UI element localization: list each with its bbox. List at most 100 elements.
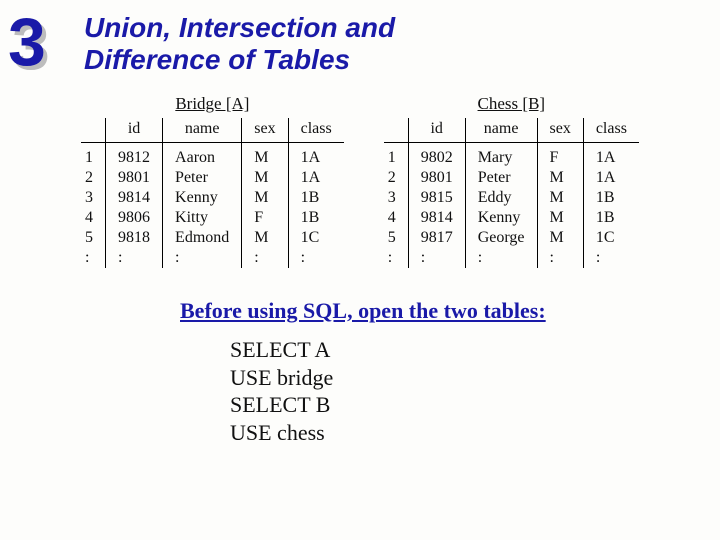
cell-id: 9818 bbox=[106, 228, 163, 248]
cell-id: 9815 bbox=[408, 188, 465, 208]
cell-name: George bbox=[465, 228, 537, 248]
table-row: 1 9802 Mary F 1A bbox=[384, 143, 639, 169]
table-row: id name sex class bbox=[81, 118, 344, 143]
code-line: SELECT B bbox=[230, 391, 720, 419]
cell-name: Kenny bbox=[465, 208, 537, 228]
col-rownum bbox=[384, 118, 409, 143]
col-name-header: name bbox=[163, 118, 242, 143]
slide-number-main: 3 bbox=[8, 8, 46, 76]
col-sex-header: sex bbox=[537, 118, 583, 143]
slide-number: 3 3 bbox=[8, 8, 80, 80]
table-row: 1 9812 Aaron M 1A bbox=[81, 143, 344, 169]
cell-class: 1C bbox=[288, 228, 344, 248]
cell-sex: : bbox=[242, 248, 288, 268]
col-id-header: id bbox=[106, 118, 163, 143]
cell-rownum: 1 bbox=[384, 143, 409, 169]
cell-name: Peter bbox=[465, 168, 537, 188]
tables-container: Bridge [A] id name sex class 1 9812 Aaro… bbox=[0, 94, 720, 268]
cell-sex: M bbox=[537, 208, 583, 228]
col-id-header: id bbox=[408, 118, 465, 143]
cell-name: Eddy bbox=[465, 188, 537, 208]
table-bridge-caption: Bridge [A] bbox=[81, 94, 344, 114]
slide-header: 3 3 Union, Intersection and Difference o… bbox=[0, 0, 720, 80]
cell-sex: M bbox=[537, 188, 583, 208]
table-row: 3 9814 Kenny M 1B bbox=[81, 188, 344, 208]
cell-class: 1A bbox=[288, 143, 344, 169]
cell-name: Mary bbox=[465, 143, 537, 169]
col-class-header: class bbox=[583, 118, 639, 143]
cell-id: 9806 bbox=[106, 208, 163, 228]
table-chess-grid: id name sex class 1 9802 Mary F 1A 2 980… bbox=[384, 118, 639, 268]
cell-sex: M bbox=[242, 188, 288, 208]
cell-name: Kenny bbox=[163, 188, 242, 208]
cell-rownum: 5 bbox=[384, 228, 409, 248]
table-row: 5 9818 Edmond M 1C bbox=[81, 228, 344, 248]
cell-sex: : bbox=[537, 248, 583, 268]
code-block: SELECT A USE bridge SELECT B USE chess bbox=[230, 336, 720, 446]
cell-sex: F bbox=[537, 143, 583, 169]
cell-class: : bbox=[583, 248, 639, 268]
table-row: 3 9815 Eddy M 1B bbox=[384, 188, 639, 208]
cell-rownum: 1 bbox=[81, 143, 106, 169]
cell-rownum: 2 bbox=[384, 168, 409, 188]
table-row: : : : : : bbox=[384, 248, 639, 268]
cell-name: Kitty bbox=[163, 208, 242, 228]
cell-sex: M bbox=[242, 168, 288, 188]
cell-id: 9814 bbox=[408, 208, 465, 228]
cell-sex: M bbox=[537, 168, 583, 188]
cell-rownum: 3 bbox=[384, 188, 409, 208]
cell-name: Edmond bbox=[163, 228, 242, 248]
col-rownum bbox=[81, 118, 106, 143]
table-row: 4 9814 Kenny M 1B bbox=[384, 208, 639, 228]
cell-name: : bbox=[465, 248, 537, 268]
cell-sex: M bbox=[242, 228, 288, 248]
cell-id: 9812 bbox=[106, 143, 163, 169]
cell-name: Peter bbox=[163, 168, 242, 188]
table-row: 5 9817 George M 1C bbox=[384, 228, 639, 248]
cell-class: 1B bbox=[583, 208, 639, 228]
cell-class: 1B bbox=[583, 188, 639, 208]
cell-id: 9801 bbox=[408, 168, 465, 188]
table-row: id name sex class bbox=[384, 118, 639, 143]
cell-class: 1B bbox=[288, 208, 344, 228]
cell-sex: M bbox=[242, 143, 288, 169]
cell-class: 1A bbox=[583, 143, 639, 169]
slide-title: Union, Intersection and Difference of Ta… bbox=[80, 8, 395, 76]
cell-class: 1A bbox=[583, 168, 639, 188]
cell-rownum: 5 bbox=[81, 228, 106, 248]
cell-id: 9802 bbox=[408, 143, 465, 169]
cell-id: 9814 bbox=[106, 188, 163, 208]
cell-sex: F bbox=[242, 208, 288, 228]
cell-id: : bbox=[106, 248, 163, 268]
title-line-1: Union, Intersection and bbox=[84, 12, 395, 43]
col-class-header: class bbox=[288, 118, 344, 143]
table-row: 2 9801 Peter M 1A bbox=[81, 168, 344, 188]
table-row: 2 9801 Peter M 1A bbox=[384, 168, 639, 188]
cell-name: : bbox=[163, 248, 242, 268]
table-row: 4 9806 Kitty F 1B bbox=[81, 208, 344, 228]
cell-class: 1B bbox=[288, 188, 344, 208]
cell-class: 1A bbox=[288, 168, 344, 188]
title-line-2: Difference of Tables bbox=[84, 44, 350, 75]
code-line: USE chess bbox=[230, 419, 720, 447]
cell-sex: M bbox=[537, 228, 583, 248]
cell-class: 1C bbox=[583, 228, 639, 248]
table-row: : : : : : bbox=[81, 248, 344, 268]
cell-id: : bbox=[408, 248, 465, 268]
cell-class: : bbox=[288, 248, 344, 268]
cell-id: 9801 bbox=[106, 168, 163, 188]
cell-rownum: 4 bbox=[384, 208, 409, 228]
code-line: SELECT A bbox=[230, 336, 720, 364]
cell-rownum: : bbox=[81, 248, 106, 268]
table-chess-caption: Chess [B] bbox=[384, 94, 639, 114]
cell-id: 9817 bbox=[408, 228, 465, 248]
cell-rownum: 2 bbox=[81, 168, 106, 188]
instruction-text: Before using SQL, open the two tables: bbox=[180, 298, 720, 324]
table-bridge: Bridge [A] id name sex class 1 9812 Aaro… bbox=[81, 94, 344, 268]
col-sex-header: sex bbox=[242, 118, 288, 143]
cell-rownum: : bbox=[384, 248, 409, 268]
table-bridge-grid: id name sex class 1 9812 Aaron M 1A 2 98… bbox=[81, 118, 344, 268]
table-chess: Chess [B] id name sex class 1 9802 Mary … bbox=[384, 94, 639, 268]
code-line: USE bridge bbox=[230, 364, 720, 392]
cell-rownum: 3 bbox=[81, 188, 106, 208]
